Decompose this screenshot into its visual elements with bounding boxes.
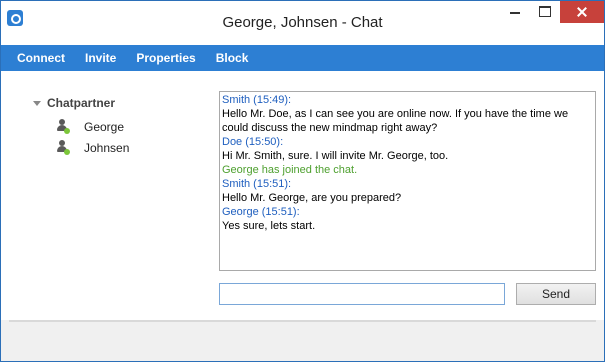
- title-bar[interactable]: George, Johnsen - Chat: [1, 1, 604, 45]
- chat-line: Hi Mr. Smith, sure. I will invite Mr. Ge…: [222, 150, 449, 162]
- chat-line: Smith (15:49):: [222, 94, 292, 106]
- menu-block[interactable]: Block: [216, 51, 249, 65]
- footer-divider: [9, 320, 596, 322]
- menu-invite[interactable]: Invite: [85, 51, 116, 65]
- online-status-dot: [64, 128, 70, 134]
- chatpartner-label: Chatpartner: [47, 96, 116, 110]
- user-online-icon: [56, 140, 72, 156]
- chat-line: George (15:51):: [222, 206, 300, 218]
- chat-line: Hello Mr. Doe, as I can see you are onli…: [222, 108, 572, 134]
- partner-item-johnsen[interactable]: Johnsen: [56, 140, 129, 156]
- online-status-dot: [64, 149, 70, 155]
- send-button[interactable]: Send: [516, 283, 596, 305]
- chat-line: Yes sure, lets start.: [222, 220, 316, 232]
- maximize-button[interactable]: [531, 1, 559, 23]
- chat-log[interactable]: Smith (15:49): Hello Mr. Doe, as I can s…: [219, 91, 596, 271]
- menu-connect[interactable]: Connect: [17, 51, 65, 65]
- chat-line: George has joined the chat.: [222, 164, 358, 176]
- partner-name: Johnsen: [84, 141, 130, 155]
- collapse-triangle-icon[interactable]: [33, 101, 41, 107]
- chat-content: Chatpartner George Johnsen Smith (15:49)…: [1, 71, 604, 320]
- minimize-button[interactable]: [501, 1, 529, 23]
- chat-window: George, Johnsen - Chat Connect Invite Pr…: [0, 0, 605, 362]
- partner-name: George: [84, 120, 125, 134]
- user-online-icon: [56, 119, 72, 135]
- chat-line: Doe (15:50):: [222, 136, 284, 148]
- close-button[interactable]: [560, 1, 604, 23]
- message-input[interactable]: [219, 283, 505, 305]
- chat-line: Hello Mr. George, are you prepared?: [222, 192, 402, 204]
- partner-item-george[interactable]: George: [56, 119, 124, 135]
- menu-properties[interactable]: Properties: [136, 51, 195, 65]
- chat-line: Smith (15:51):: [222, 178, 292, 190]
- menu-bar: Connect Invite Properties Block: [1, 45, 604, 71]
- chatpartner-group-header[interactable]: Chatpartner: [33, 96, 115, 110]
